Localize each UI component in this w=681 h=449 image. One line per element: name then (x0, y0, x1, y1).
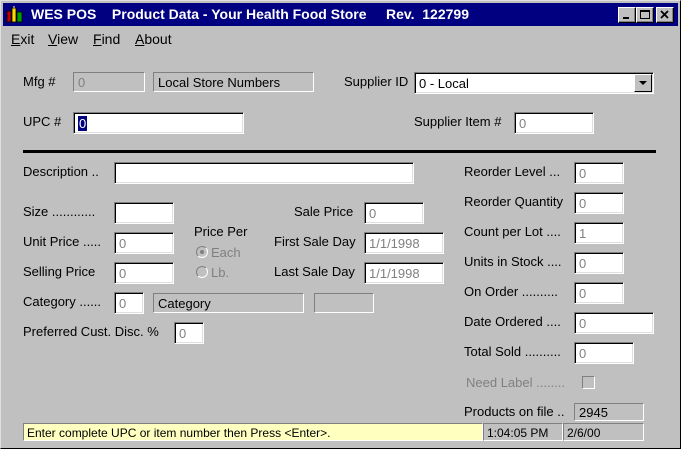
count-per-lot-label: Count per Lot .... (464, 224, 561, 239)
units-in-stock-label: Units in Stock .... (464, 254, 562, 269)
price-per-each-label: Each (211, 245, 241, 260)
upc-label: UPC # (23, 114, 62, 129)
sale-price-label: Sale Price (294, 204, 354, 219)
status-message: Enter complete UPC or item number then P… (23, 423, 483, 441)
minimize-icon (623, 17, 629, 19)
supplier-id-value: 0 - Local (419, 76, 469, 91)
supplier-id-label: Supplier ID (344, 74, 409, 89)
minimize-button[interactable] (618, 7, 636, 23)
category-name-field: Category (153, 293, 304, 313)
preferred-disc-input[interactable]: 0 (174, 322, 204, 344)
unit-price-label: Unit Price ..... (23, 234, 102, 249)
menu-find[interactable]: Find (93, 31, 120, 47)
status-date: 2/6/00 (563, 423, 644, 441)
section-divider (23, 150, 656, 153)
products-on-file-label: Products on file .. (464, 404, 565, 419)
window-title: WES POS Product Data - Your Health Food … (31, 6, 469, 22)
preferred-disc-label: Preferred Cust. Disc. % (23, 324, 159, 339)
size-label: Size ............ (23, 204, 96, 219)
first-sale-day-label: First Sale Day (274, 234, 356, 249)
chevron-down-icon (639, 81, 647, 85)
price-per-each-radio[interactable] (196, 246, 208, 258)
menu-about[interactable]: About (135, 31, 172, 47)
category-input[interactable]: 0 (114, 292, 144, 314)
description-label: Description .. (23, 164, 99, 179)
price-per-label: Price Per (194, 224, 248, 239)
reorder-level-label: Reorder Level ... (464, 164, 561, 179)
on-order-label: On Order .......... (464, 284, 558, 299)
reorder-qty-label: Reorder Quantity (464, 194, 563, 209)
upc-input[interactable]: 0 (73, 112, 244, 134)
supplier-item-label: Supplier Item # (414, 114, 502, 129)
selling-price-label: Selling Price (23, 264, 96, 279)
selling-price-input[interactable]: 0 (114, 262, 174, 284)
maximize-button[interactable] (636, 7, 654, 23)
menu-exit[interactable]: Exit (11, 31, 34, 47)
last-sale-day-input[interactable]: 1/1/1998 (364, 262, 444, 284)
menu-bar: Exit View Find About (3, 28, 678, 50)
size-input[interactable] (114, 202, 174, 224)
close-button[interactable] (656, 7, 674, 23)
menu-view[interactable]: View (48, 31, 78, 47)
total-sold-label: Total Sold .......... (464, 344, 561, 359)
count-per-lot-input[interactable]: 1 (574, 222, 624, 244)
mfg-name-field: Local Store Numbers (153, 72, 314, 92)
category-label: Category ...... (23, 294, 102, 309)
mfg-number-field: 0 (73, 72, 145, 92)
maximize-icon (640, 10, 650, 19)
supplier-dropdown-button[interactable] (634, 74, 652, 92)
status-time: 1:04:05 PM (483, 423, 563, 441)
supplier-item-input[interactable]: 0 (514, 112, 594, 134)
need-label-checkbox[interactable] (582, 376, 595, 389)
upc-value: 0 (78, 116, 88, 131)
mfg-label: Mfg # (23, 74, 56, 89)
first-sale-day-input[interactable]: 1/1/1998 (364, 232, 444, 254)
category-extra-field (314, 293, 374, 313)
units-in-stock-input[interactable]: 0 (574, 252, 624, 274)
date-ordered-label: Date Ordered .... (464, 314, 561, 329)
unit-price-input[interactable]: 0 (114, 232, 174, 254)
products-on-file-count: 2945 (574, 403, 644, 421)
sale-price-input[interactable]: 0 (364, 202, 424, 224)
on-order-input[interactable]: 0 (574, 282, 624, 304)
reorder-qty-input[interactable]: 0 (574, 192, 624, 214)
price-per-lb-radio[interactable] (196, 266, 208, 278)
description-input[interactable] (114, 162, 414, 184)
price-per-lb-label: Lb. (211, 265, 230, 280)
date-ordered-input[interactable]: 0 (574, 312, 654, 334)
app-window: WES POS Product Data - Your Health Food … (0, 0, 681, 449)
supplier-id-select[interactable]: 0 - Local (414, 72, 654, 94)
reorder-level-input[interactable]: 0 (574, 162, 624, 184)
need-label-label: Need Label ........ (466, 375, 566, 390)
total-sold-input[interactable]: 0 (574, 342, 634, 364)
last-sale-day-label: Last Sale Day (274, 264, 355, 279)
close-icon (660, 10, 669, 19)
title-bar[interactable]: WES POS Product Data - Your Health Food … (3, 3, 678, 26)
app-icon[interactable] (6, 6, 24, 23)
